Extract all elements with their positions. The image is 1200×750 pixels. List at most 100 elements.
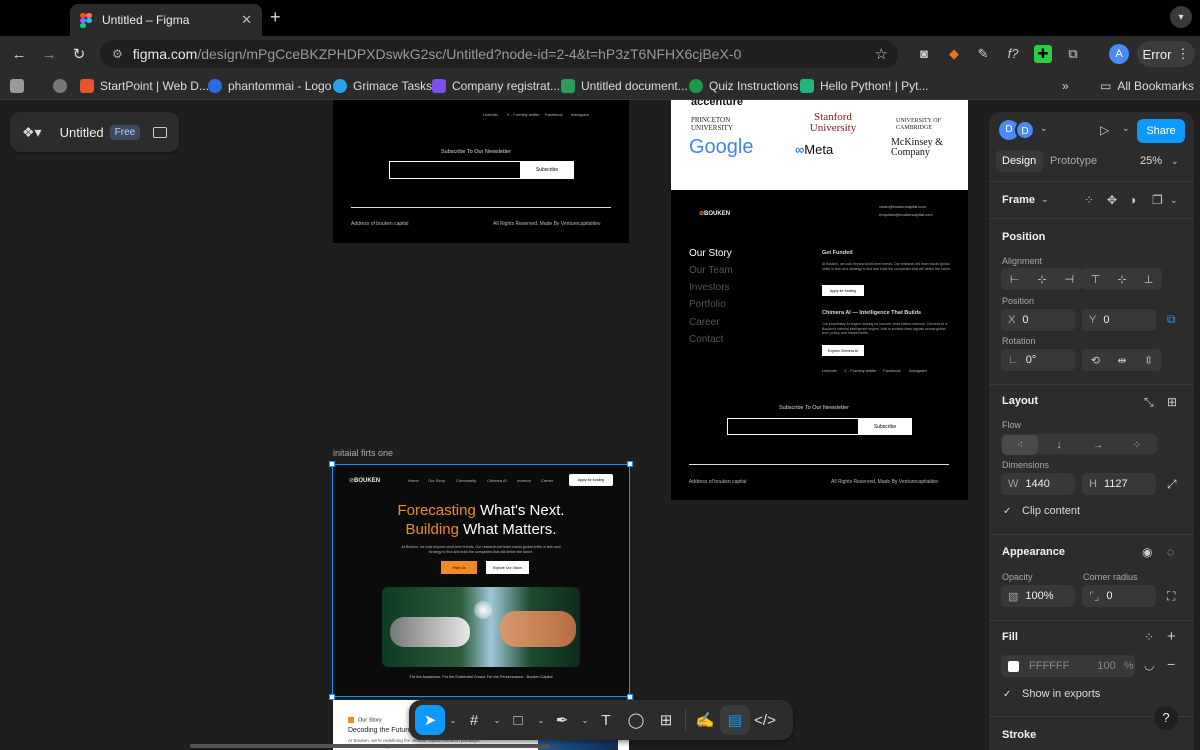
align-left-icon[interactable]: ⊢ [1010, 273, 1020, 286]
apply-funding-button[interactable]: Apply for funding [822, 285, 864, 296]
hero-nav-our-story[interactable]: Our Story [428, 478, 445, 483]
address-bar[interactable]: ⚙ figma.com/design/mPgCceBKZPHDPXDswkG2s… [100, 40, 898, 68]
shape-tool-chevron-icon[interactable]: ⌄ [533, 705, 547, 735]
pen-tool-icon[interactable]: ✒ [547, 705, 577, 735]
hero-nav-home[interactable]: Home [408, 478, 419, 483]
comment-tool-icon[interactable]: ◯ [621, 705, 651, 735]
figma-logo-icon[interactable]: ❖▾ [22, 124, 42, 141]
frame-type-label[interactable]: Frame [1002, 194, 1035, 206]
figma-canvas[interactable]: Linkedin X - Formely twitter Facebook In… [0, 100, 1200, 750]
file-name[interactable]: Untitled [60, 125, 104, 140]
fill-styles-icon[interactable]: ⁘ [1144, 630, 1154, 644]
eyedropper-icon[interactable]: ✎ [974, 45, 992, 63]
footer-nav-career[interactable]: Career [689, 317, 720, 328]
footer-nav-our-team[interactable]: Our Team [689, 265, 733, 276]
auto-layout-grid-icon[interactable]: ⁘ [1084, 193, 1094, 207]
extensions-puzzle-icon[interactable]: ⧉ [1064, 45, 1082, 63]
clip-content-checkbox[interactable]: ✓ Clip content [1003, 505, 1080, 517]
bookmark-company[interactable]: Company registrat... [432, 79, 560, 93]
bookmark-startpoint[interactable]: StartPoint | Web D... [80, 79, 209, 93]
rotation-input[interactable]: ∟ 0° [1001, 349, 1075, 371]
hero-nav-chimera[interactable]: Chimera AI [487, 478, 507, 483]
newsletter-email-input[interactable] [389, 161, 521, 179]
width-input[interactable]: W 1440 [1001, 473, 1075, 495]
blend-mode-drop-icon[interactable]: ◌ [1167, 545, 1174, 559]
metamask-icon[interactable]: ◆ [945, 45, 963, 63]
forward-arrow-icon[interactable]: → [34, 46, 64, 63]
mask-icon[interactable]: ◑ [1129, 193, 1136, 207]
bookmark-star-icon[interactable]: ☆ [875, 45, 888, 63]
text-tool-icon[interactable]: T [591, 705, 621, 735]
resize-to-fit-icon[interactable]: ⤡ [1144, 395, 1154, 410]
bookmark-python[interactable]: Hello Python! | Pyt... [800, 79, 929, 93]
flow-freeform-icon[interactable]: ⁖ [1002, 435, 1038, 455]
fill-swatch[interactable] [1008, 660, 1019, 672]
tab-close-icon[interactable]: ✕ [241, 12, 252, 28]
constrain-proportions-icon[interactable]: ⤢ [1167, 477, 1177, 492]
hero-nav-career[interactable]: Career [541, 478, 553, 483]
flow-grid-icon[interactable]: ⁘ [1119, 435, 1155, 455]
all-bookmarks[interactable]: ▭ All Bookmarks [1100, 79, 1194, 93]
pen-tool-chevron-icon[interactable]: ⌄ [577, 705, 591, 735]
height-input[interactable]: H 1127 [1082, 473, 1156, 495]
hero-nav-community[interactable]: Community [456, 478, 476, 483]
align-center-h-icon[interactable]: ⊹ [1037, 273, 1046, 286]
visibility-eye-icon[interactable]: ◉ [1142, 545, 1152, 559]
tab-design[interactable]: Design [1002, 155, 1036, 167]
zoom-chevron-icon[interactable]: ⌄ [1171, 156, 1179, 167]
present-play-icon[interactable]: ▷ [1100, 123, 1109, 137]
flow-horizontal-icon[interactable]: → [1080, 435, 1116, 455]
globe-icon[interactable] [53, 79, 73, 93]
frame-hero-selected[interactable]: ⊘BOUKEN Home Our Story Community Chimera… [333, 464, 629, 697]
flow-vertical-icon[interactable]: ↓ [1041, 435, 1077, 455]
x-position-input[interactable]: X0 [1001, 309, 1075, 331]
opacity-input[interactable]: ▧ 100% [1001, 585, 1075, 607]
bookmark-grimace[interactable]: Grimace Tasks [333, 79, 432, 93]
corner-radius-input[interactable]: ⌜⌟ 0 [1082, 585, 1156, 607]
frame-footer-top-left[interactable]: Linkedin X - Formely twitter Facebook In… [333, 100, 629, 243]
bookmarks-overflow-icon[interactable]: » [1062, 79, 1069, 93]
bookmark-document[interactable]: Untitled document... [561, 79, 688, 93]
footer-nav-portfolio[interactable]: Portfolio [689, 299, 726, 310]
frame-footer-right[interactable]: accenture PRINCETON UNIVERSITY Stanford … [671, 100, 968, 500]
frame-name-label[interactable]: initaial firts one [333, 448, 393, 458]
bookmark-quiz[interactable]: Quiz Instructions [689, 79, 798, 93]
footer-nav-our-story[interactable]: Our Story [689, 248, 732, 259]
tab-prototype[interactable]: Prototype [1050, 155, 1097, 167]
camera-icon[interactable]: ◙ [915, 45, 933, 63]
share-button[interactable]: Share [1137, 119, 1185, 143]
profile-avatar[interactable]: A [1109, 44, 1129, 64]
design-mode-icon[interactable]: ▤ [720, 705, 750, 735]
subscribe-button[interactable]: Subscribe [858, 418, 912, 435]
subscribe-button[interactable]: Subscribe [520, 161, 574, 179]
explore-chimera-button[interactable]: Explore Chimera AI [822, 345, 864, 356]
align-right-icon[interactable]: ⊣ [1064, 273, 1074, 286]
frame-tool-chevron-icon[interactable]: ⌄ [489, 705, 503, 735]
footer-nav-contact[interactable]: Contact [689, 334, 723, 345]
actions-tool-icon[interactable]: ⊞ [651, 705, 681, 735]
new-tab-icon[interactable]: + [270, 7, 281, 28]
explore-vision-button[interactable]: Explore Our Vision [486, 561, 529, 574]
browser-tab-figma[interactable]: Untitled – Figma ✕ [70, 4, 262, 36]
tab-search-chevron-icon[interactable]: ▾ [1170, 6, 1192, 28]
frame-type-chevron-icon[interactable]: ⌄ [1041, 194, 1049, 205]
constraints-icon[interactable]: ⧉ [1167, 312, 1176, 327]
fill-visibility-icon[interactable]: ◡ [1144, 658, 1154, 672]
boolean-chevron-icon[interactable]: ⌄ [1170, 195, 1178, 206]
rectangle-tool-icon[interactable]: □ [503, 705, 533, 735]
bookmark-phantommai[interactable]: phantommai - Logo [208, 79, 331, 93]
dev-mode-icon[interactable]: </> [750, 705, 780, 735]
flip-horizontal-icon[interactable]: ⇹ [1117, 354, 1126, 367]
draw-mode-icon[interactable]: ✍ [690, 705, 720, 735]
collaborators-chevron-icon[interactable]: ⌄ [1040, 123, 1048, 134]
hero-apply-button[interactable]: Apply for funding [569, 474, 613, 486]
present-chevron-icon[interactable]: ⌄ [1122, 123, 1130, 134]
align-bottom-icon[interactable]: ⊥ [1144, 273, 1154, 286]
help-icon[interactable]: ? [1154, 706, 1178, 730]
hero-nav-investor[interactable]: Investor [517, 478, 531, 483]
component-icon[interactable]: ✥ [1107, 193, 1117, 207]
boolean-icon[interactable]: ❐ [1152, 193, 1163, 207]
file-menu[interactable]: ❖▾ Untitled Free [10, 112, 179, 152]
layout-grid-add-icon[interactable]: ⊞ [1167, 395, 1177, 409]
footer-nav-investors[interactable]: Investors [689, 282, 730, 293]
